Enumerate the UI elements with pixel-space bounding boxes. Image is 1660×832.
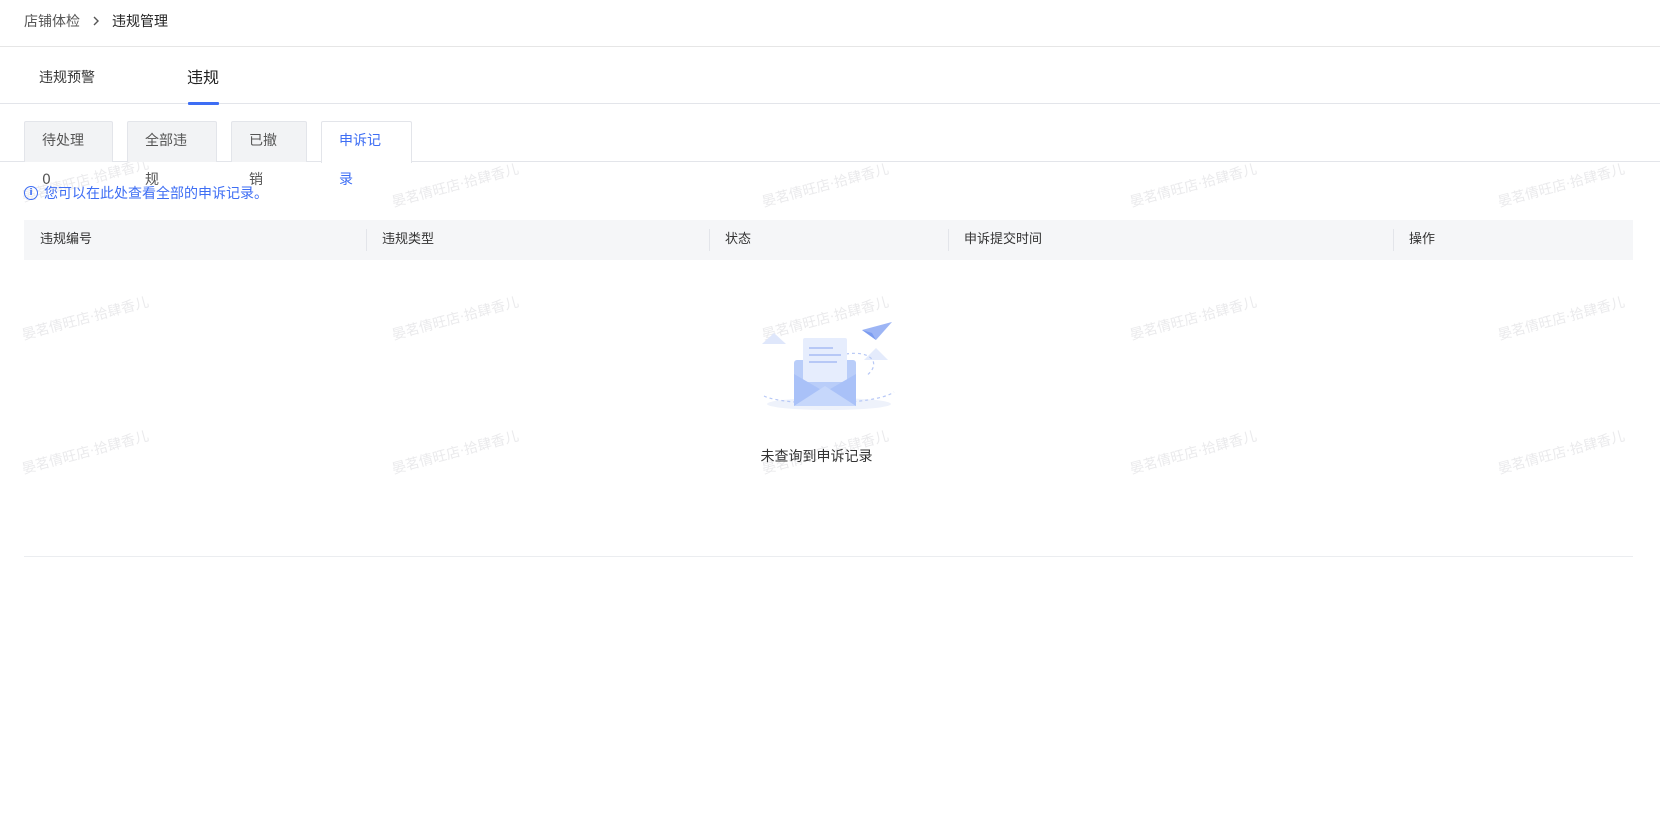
tab-violation[interactable]: 违规 [187, 46, 220, 105]
tab-violation-warning[interactable]: 违规预警 [39, 46, 95, 104]
tab-pending[interactable]: 待处理 0 [24, 121, 113, 188]
breadcrumb-current: 违规管理 [112, 14, 168, 30]
main-tabs: 违规预警 违规 [0, 46, 1660, 105]
chevron-right-icon [92, 16, 100, 26]
tab-appeal-records[interactable]: 申诉记录 [321, 121, 412, 188]
watermark: 晏茗倩旺店·拾肆香儿 [1496, 161, 1627, 211]
watermark: 晏茗倩旺店·拾肆香儿 [390, 161, 521, 211]
table-header: 违规编号 违规类型 状态 申诉提交时间 操作 [24, 220, 1633, 260]
breadcrumb-parent[interactable]: 店铺体检 [24, 11, 80, 31]
sub-tabs: 待处理 0 全部违规 已撤销 申诉记录 [0, 121, 1660, 188]
info-icon: i [24, 186, 38, 200]
column-header-appeal-time: 申诉提交时间 [948, 220, 1393, 260]
watermark: 晏茗倩旺店·拾肆香儿 [1128, 161, 1259, 211]
table-body: 未查询到申诉记录 [24, 260, 1633, 557]
empty-mail-illustration [761, 322, 894, 410]
info-tip: i 您可以在此处查看全部的申诉记录。 [24, 183, 268, 203]
active-tab-indicator [188, 102, 220, 105]
empty-state-text: 未查询到申诉记录 [760, 449, 873, 465]
column-header-violation-id: 违规编号 [40, 232, 93, 247]
appeal-records-table: 违规编号 违规类型 状态 申诉提交时间 操作 未查询到申诉记录 [24, 220, 1633, 557]
empty-state: 未查询到申诉记录 [24, 320, 1633, 466]
tab-violation-label: 违规 [187, 68, 220, 87]
info-tip-text: 您可以在此处查看全部的申诉记录。 [44, 186, 268, 202]
breadcrumb: 店铺体检 违规管理 [24, 10, 168, 32]
watermark: 晏茗倩旺店·拾肆香儿 [760, 161, 891, 211]
column-header-violation-type: 违规类型 [366, 220, 709, 260]
column-header-actions: 操作 [1393, 220, 1633, 260]
column-header-status: 状态 [709, 220, 948, 260]
tab-revoked[interactable]: 已撤销 [231, 121, 307, 188]
tab-all-violations[interactable]: 全部违规 [127, 121, 217, 188]
page: 晏茗倩旺店·拾肆香儿 晏茗倩旺店·拾肆香儿 晏茗倩旺店·拾肆香儿 晏茗倩旺店·拾… [0, 0, 1660, 832]
